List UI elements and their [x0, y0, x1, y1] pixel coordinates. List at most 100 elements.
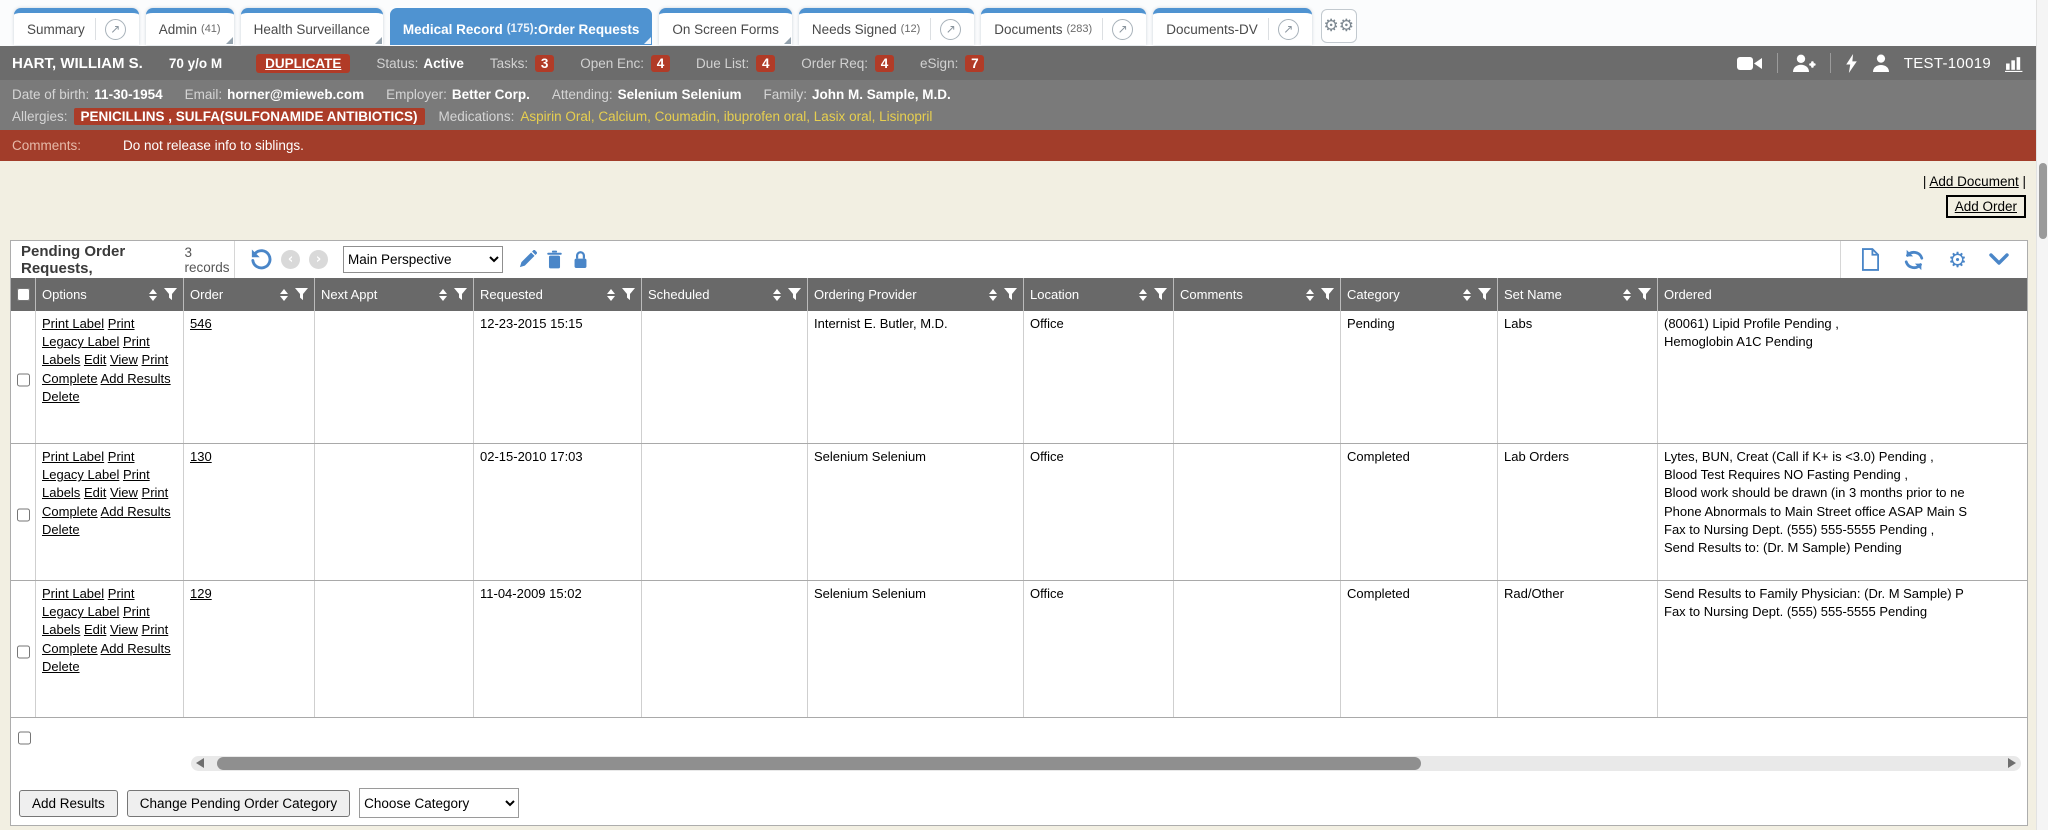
popout-arrow-icon[interactable]: ↗: [1112, 19, 1133, 40]
chevron-down-icon[interactable]: [1989, 253, 2009, 266]
order-option-link-delete[interactable]: Delete: [42, 659, 80, 674]
filter-funnel-icon[interactable]: [1638, 288, 1651, 301]
filter-funnel-icon[interactable]: [1154, 288, 1167, 301]
order-option-link-edit[interactable]: Edit: [84, 352, 106, 367]
order-option-link-view[interactable]: View: [110, 352, 138, 367]
perspective-select[interactable]: Main Perspective: [343, 246, 503, 273]
order-option-link-complete[interactable]: Complete: [42, 504, 98, 519]
sort-icon[interactable]: [1463, 289, 1471, 301]
row-checkbox[interactable]: [17, 453, 30, 577]
tab-summary[interactable]: Summary↗: [14, 8, 139, 45]
order-option-link-print-label[interactable]: Print Label: [42, 586, 104, 601]
order-option-link-delete[interactable]: Delete: [42, 522, 80, 537]
order-number-link[interactable]: 129: [190, 586, 212, 601]
order-option-link-print-label[interactable]: Print Label: [42, 449, 104, 464]
counter-badge[interactable]: 4: [875, 55, 894, 72]
order-option-link-add-results[interactable]: Add Results: [101, 371, 171, 386]
medication-link[interactable]: Lisinopril: [879, 109, 932, 124]
tab-medical-record[interactable]: Medical Record(175):Order Requests: [390, 8, 652, 45]
lightning-icon[interactable]: [1845, 54, 1858, 73]
order-option-link-print[interactable]: Print: [142, 352, 169, 367]
order-option-link-print-label[interactable]: Print Label: [42, 316, 104, 331]
vertical-scrollbar-thumb[interactable]: [2039, 163, 2047, 239]
order-option-link-complete[interactable]: Complete: [42, 371, 98, 386]
column-header-select-all[interactable]: [11, 278, 36, 311]
lock-icon[interactable]: [572, 250, 589, 269]
counter-badge[interactable]: 3: [535, 55, 554, 72]
popout-arrow-icon[interactable]: ↗: [940, 19, 961, 40]
order-option-link-add-results[interactable]: Add Results: [101, 504, 171, 519]
pencil-icon[interactable]: [518, 250, 537, 269]
add-person-icon[interactable]: [1792, 54, 1816, 73]
order-number-link[interactable]: 130: [190, 449, 212, 464]
tab-admin[interactable]: Admin(41): [146, 8, 234, 45]
order-option-link-view[interactable]: View: [110, 485, 138, 500]
scrollbar-thumb[interactable]: [217, 757, 1421, 770]
order-option-link-complete[interactable]: Complete: [42, 641, 98, 656]
tab-needs-signed[interactable]: Needs Signed(12)↗: [799, 8, 974, 45]
vertical-scrollbar[interactable]: [2036, 0, 2048, 830]
filter-funnel-icon[interactable]: [454, 288, 467, 301]
column-header-order[interactable]: Order: [184, 278, 315, 311]
sort-icon[interactable]: [149, 289, 157, 301]
tab-on-screen-forms[interactable]: On Screen Forms: [659, 8, 792, 45]
sort-icon[interactable]: [1139, 289, 1147, 301]
counter-badge[interactable]: 4: [756, 55, 775, 72]
filter-funnel-icon[interactable]: [788, 288, 801, 301]
gear-icon[interactable]: ⚙: [1948, 248, 1967, 272]
column-header-next-appt[interactable]: Next Appt: [315, 278, 474, 311]
bar-chart-icon[interactable]: [2005, 55, 2024, 72]
prev-circle-icon[interactable]: ‹: [281, 250, 300, 269]
add-order-link[interactable]: Add Order: [1955, 199, 2017, 214]
sort-icon[interactable]: [989, 289, 997, 301]
allergies-badge[interactable]: PENICILLINS , SULFA(SULFONAMIDE ANTIBIOT…: [74, 108, 425, 125]
refresh-icon[interactable]: [1902, 249, 1926, 271]
tab-documents[interactable]: Documents(283)↗: [981, 8, 1146, 45]
sort-icon[interactable]: [607, 289, 615, 301]
tab-health-surveillance[interactable]: Health Surveillance: [241, 8, 383, 45]
order-option-link-add-results[interactable]: Add Results: [101, 641, 171, 656]
column-header-requested[interactable]: Requested: [474, 278, 642, 311]
counter-badge[interactable]: 4: [651, 55, 670, 72]
duplicate-badge[interactable]: DUPLICATE: [256, 54, 350, 73]
choose-category-select[interactable]: Choose Category: [359, 788, 519, 818]
order-option-link-delete[interactable]: Delete: [42, 389, 80, 404]
order-number-link[interactable]: 546: [190, 316, 212, 331]
next-circle-icon[interactable]: ›: [309, 250, 328, 269]
column-header-category[interactable]: Category: [1341, 278, 1498, 311]
row-checkbox[interactable]: [17, 320, 30, 440]
medication-link[interactable]: Calcium: [598, 109, 647, 124]
tab-documents-dv[interactable]: Documents-DV↗: [1153, 8, 1312, 45]
filter-funnel-icon[interactable]: [295, 288, 308, 301]
medication-link[interactable]: Aspirin Oral: [520, 109, 591, 124]
trash-icon[interactable]: [546, 250, 563, 269]
scroll-left-icon[interactable]: [196, 758, 204, 768]
column-header-ordering-provider[interactable]: Ordering Provider: [808, 278, 1024, 311]
new-document-icon[interactable]: [1861, 248, 1880, 271]
video-camera-icon[interactable]: [1737, 55, 1763, 72]
medication-link[interactable]: Lasix oral: [814, 109, 872, 124]
order-option-link-edit[interactable]: Edit: [84, 622, 106, 637]
order-option-link-view[interactable]: View: [110, 622, 138, 637]
sort-icon[interactable]: [1623, 289, 1631, 301]
order-option-link-print[interactable]: Print: [142, 622, 169, 637]
select-all-checkbox[interactable]: [17, 288, 30, 301]
column-header-location[interactable]: Location: [1024, 278, 1174, 311]
person-icon[interactable]: [1872, 54, 1890, 72]
add-results-button[interactable]: Add Results: [19, 790, 118, 817]
undo-icon[interactable]: [249, 248, 272, 271]
settings-cogs-icon[interactable]: ⚙⚙: [1321, 9, 1357, 43]
sort-icon[interactable]: [439, 289, 447, 301]
popout-arrow-icon[interactable]: ↗: [1278, 19, 1299, 40]
horizontal-scrollbar[interactable]: [191, 756, 2021, 771]
order-option-link-edit[interactable]: Edit: [84, 485, 106, 500]
row-checkbox[interactable]: [18, 727, 31, 749]
column-header-set-name[interactable]: Set Name: [1498, 278, 1658, 311]
filter-funnel-icon[interactable]: [164, 288, 177, 301]
counter-badge[interactable]: 7: [965, 55, 984, 72]
filter-funnel-icon[interactable]: [1478, 288, 1491, 301]
order-option-link-print[interactable]: Print: [142, 485, 169, 500]
column-header-scheduled[interactable]: Scheduled: [642, 278, 808, 311]
sort-icon[interactable]: [773, 289, 781, 301]
sort-icon[interactable]: [1306, 289, 1314, 301]
